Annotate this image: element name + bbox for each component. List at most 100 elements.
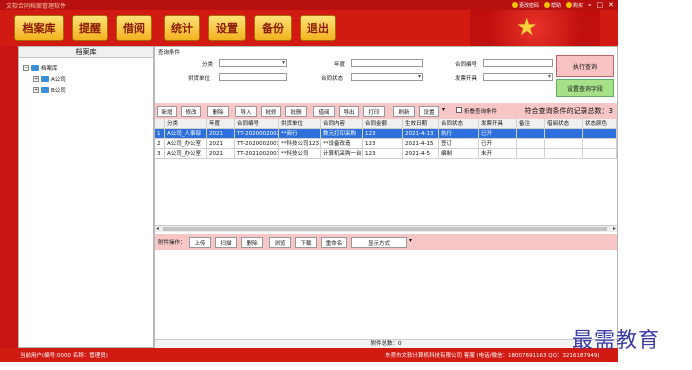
table-cell: A公司_办公室 <box>165 139 207 149</box>
import-button[interactable]: 导入 <box>235 106 257 117</box>
display-mode-button[interactable]: 显示方式 <box>351 237 407 248</box>
borrow-record-button[interactable]: 借阅 <box>313 106 335 117</box>
user-icon <box>511 2 518 8</box>
table-cell: TT-2020002002 <box>235 129 279 139</box>
table-row[interactable]: 3 A公司_办公室 2021 TT-2021002001 **科技公司 计算机采… <box>155 149 617 159</box>
settings-button[interactable]: 设置 <box>208 15 246 41</box>
column-header[interactable]: 供货单位 <box>279 119 321 129</box>
edit-button[interactable]: 修改 <box>181 106 201 117</box>
column-header[interactable]: 备注 <box>517 119 545 129</box>
fold-query-checkbox[interactable] <box>456 107 462 113</box>
change-password-link[interactable]: 更改密码 <box>511 2 539 9</box>
table-cell: 2021-4-13 <box>403 129 439 139</box>
table-cell: 编制 <box>439 149 479 159</box>
backup-button[interactable]: 备份 <box>254 15 292 41</box>
tree-item-b[interactable]: + B公司 <box>23 84 153 95</box>
upload-button[interactable]: 上传 <box>189 237 211 248</box>
set-query-fields-button[interactable]: 设置查询字段 <box>556 79 614 97</box>
table-row[interactable]: 1 A公司_人事部 2021 TT-2020002002 **商行 数元打印采购… <box>155 129 617 139</box>
help-link[interactable]: 帮助 <box>543 2 561 9</box>
table-cell: **科技公司 <box>279 149 321 159</box>
download-button[interactable]: 下载 <box>295 237 317 248</box>
export-button[interactable]: 导出 <box>339 106 359 117</box>
table-cell: 2021 <box>207 129 235 139</box>
cart-icon <box>565 2 572 8</box>
column-header[interactable]: 状态颜色 <box>583 119 617 129</box>
maximize-icon[interactable]: □ <box>597 1 604 9</box>
column-header[interactable]: 合同编号 <box>235 119 279 129</box>
help-icon <box>543 2 550 8</box>
table-cell: 计算机采购一台 <box>321 149 363 159</box>
year-input[interactable] <box>351 59 423 67</box>
table-cell: 执行 <box>439 129 479 139</box>
contract-no-input[interactable] <box>483 59 553 67</box>
print-button[interactable]: 打印 <box>363 106 385 117</box>
collapse-icon[interactable]: − <box>23 64 29 71</box>
fold-query-label: 折叠查询条件 <box>464 109 498 115</box>
invoice-label: 发票开具 <box>455 76 478 82</box>
chevron-down-icon[interactable]: ▾ <box>409 237 412 244</box>
table-cell: 已开 <box>479 139 517 149</box>
execute-query-button[interactable]: 执行查询 <box>556 55 614 77</box>
table-row[interactable]: 2 A公司_办公室 2021 TT-2020002003 **科技公司123 *… <box>155 139 617 149</box>
column-header[interactable]: 合同内容 <box>321 119 363 129</box>
batch-delete-button[interactable]: 批删 <box>285 106 307 117</box>
expand-icon[interactable]: + <box>33 86 39 93</box>
close-icon[interactable]: ✕ <box>608 1 614 9</box>
delete-attachment-button[interactable]: 删除 <box>241 237 263 248</box>
scrollbar-thumb[interactable] <box>163 227 607 231</box>
column-header[interactable]: 合同金额 <box>363 119 403 129</box>
year-label: 年度 <box>334 62 346 68</box>
table-cell: 123 <box>363 139 403 149</box>
grid-settings-button[interactable]: 设置 <box>419 106 439 117</box>
category-select[interactable] <box>219 59 287 67</box>
delete-button[interactable]: 删除 <box>207 106 229 117</box>
refresh-button[interactable]: 刷新 <box>393 106 415 117</box>
table-cell: A公司_办公室 <box>165 149 207 159</box>
contract-status-label: 合同状态 <box>321 76 344 82</box>
minimize-icon[interactable]: – <box>588 1 592 9</box>
table-cell: 签订 <box>439 139 479 149</box>
horizontal-scrollbar[interactable]: ◂ ▸ <box>155 225 617 232</box>
reminder-button[interactable]: 提醒 <box>72 15 108 41</box>
query-panel: 查询条件 分类 年度 合同编号 供货单位 合同状态 发票开具 执行查询 设置查询… <box>155 47 617 102</box>
column-header[interactable]: 分类 <box>165 119 207 129</box>
table-cell: TT-2021002001 <box>235 149 279 159</box>
borrow-button[interactable]: 借阅 <box>116 15 152 41</box>
add-button[interactable]: 新增 <box>157 106 177 117</box>
column-header[interactable]: 借阅状态 <box>545 119 583 129</box>
expand-icon[interactable]: + <box>33 75 39 82</box>
column-header[interactable]: 年度 <box>207 119 235 129</box>
table-cell: 2021-4-15 <box>403 139 439 149</box>
column-header[interactable]: 生效日期 <box>403 119 439 129</box>
column-header[interactable] <box>155 119 165 129</box>
star-icon: ★ <box>516 13 538 41</box>
record-count: 符合查询条件的记录总数：3 <box>524 107 613 115</box>
tree-root[interactable]: − 档案库 <box>23 62 153 73</box>
statistics-button[interactable]: 统计 <box>164 15 200 41</box>
table-cell: 3 <box>155 149 165 159</box>
contract-status-select[interactable] <box>351 73 423 81</box>
archive-button[interactable]: 档案库 <box>14 15 64 41</box>
table-cell: TT-2020002003 <box>235 139 279 149</box>
batch-edit-button[interactable]: 批修 <box>261 106 281 117</box>
chevron-down-icon[interactable]: ▾ <box>442 106 445 113</box>
table-cell: 已开 <box>479 129 517 139</box>
scroll-right-icon[interactable]: ▸ <box>613 225 616 232</box>
supplier-input[interactable] <box>219 73 287 81</box>
tree-item-a[interactable]: + A公司 <box>23 73 153 84</box>
supplier-label: 供货单位 <box>188 76 211 82</box>
scan-button[interactable]: 扫描 <box>215 237 237 248</box>
folder-icon <box>31 64 39 71</box>
invoice-select[interactable] <box>483 73 553 81</box>
browse-button[interactable]: 浏览 <box>269 237 291 248</box>
column-header[interactable]: 发票开具 <box>479 119 517 129</box>
scroll-left-icon[interactable]: ◂ <box>156 225 159 232</box>
buy-link[interactable]: 购买 <box>565 2 583 9</box>
column-header[interactable]: 合同状态 <box>439 119 479 129</box>
table-cell <box>517 149 545 159</box>
table-cell <box>517 139 545 149</box>
exit-button[interactable]: 退出 <box>300 15 336 41</box>
category-label: 分类 <box>202 62 214 68</box>
rename-button[interactable]: 重命名 <box>321 237 347 248</box>
